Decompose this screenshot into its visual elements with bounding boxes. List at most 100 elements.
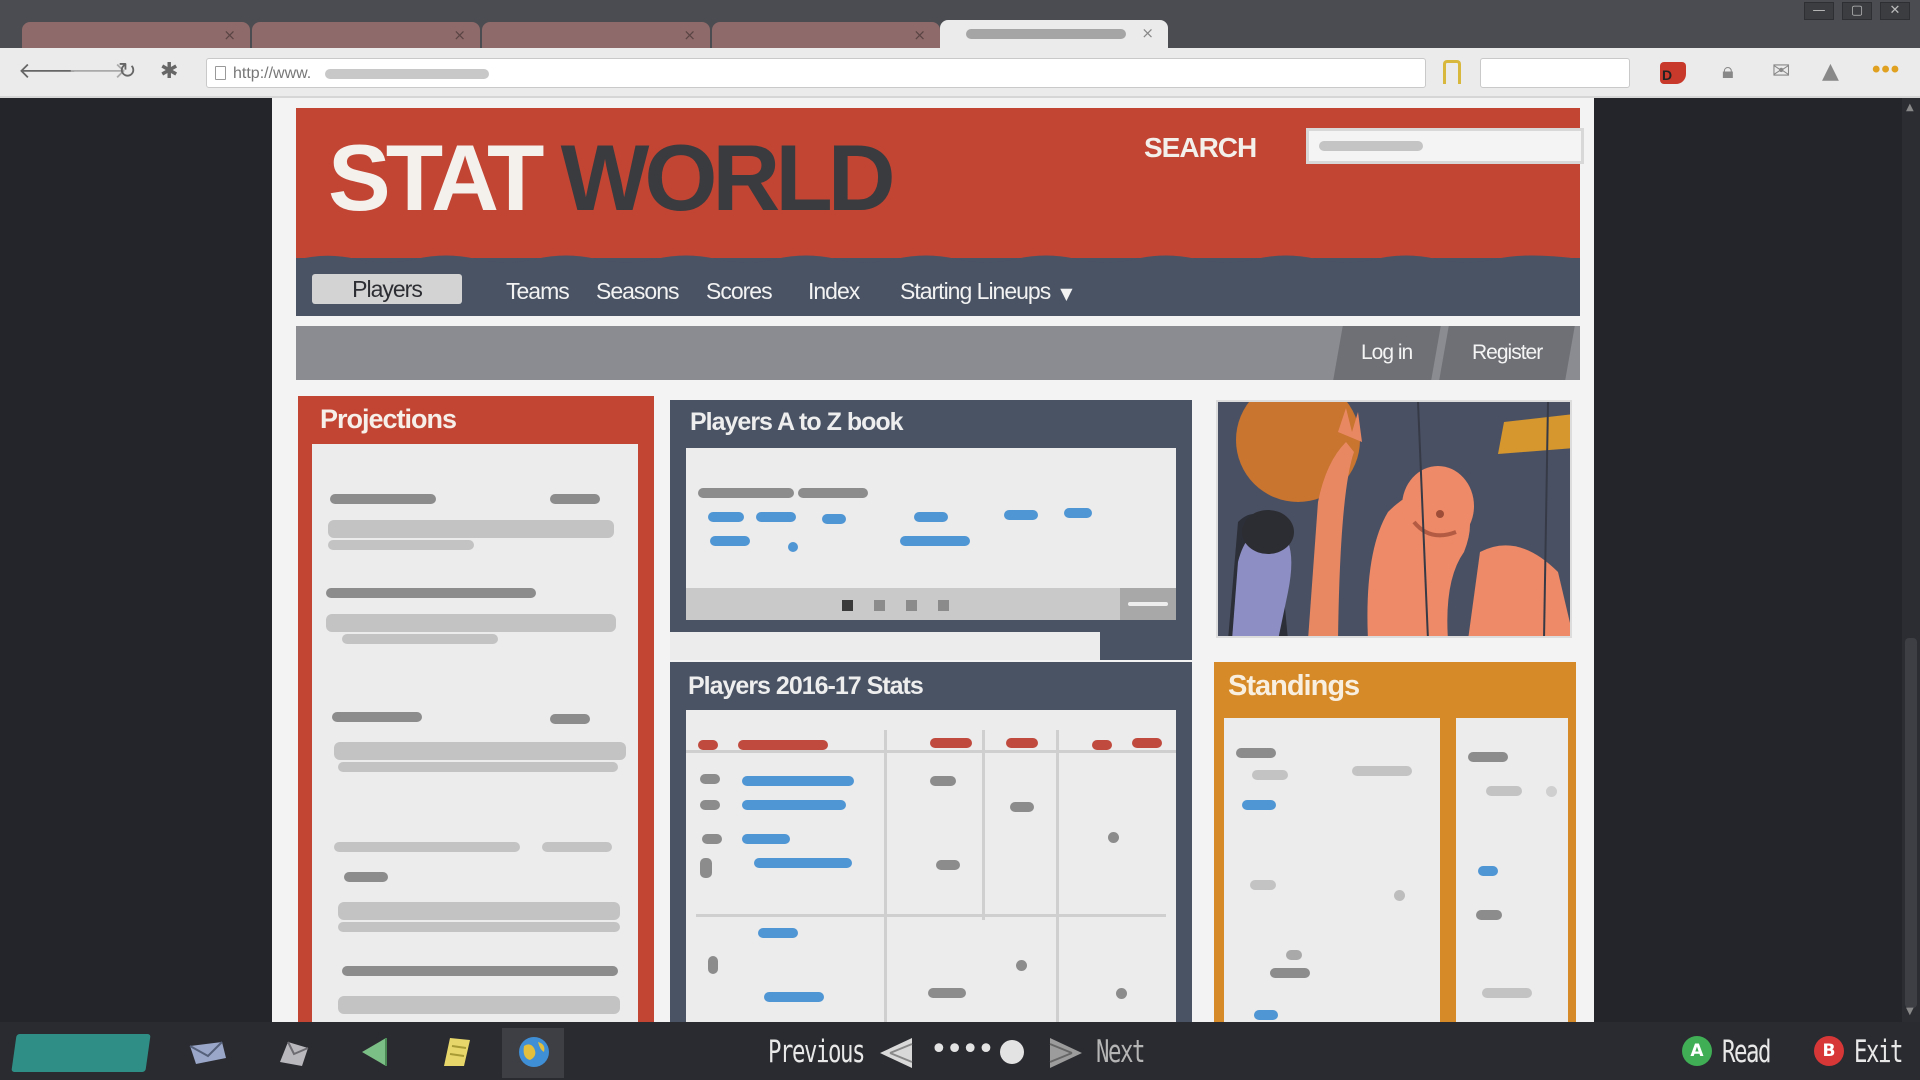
table-row[interactable] [700,800,720,810]
table-row[interactable] [1010,802,1034,812]
table-row[interactable] [936,860,960,870]
blurred-link[interactable] [756,512,796,522]
table-row[interactable] [764,992,824,1002]
next-arrow-icon[interactable] [1046,1036,1084,1070]
browser-tab[interactable]: × [712,22,940,48]
read-button[interactable]: Read [1722,1034,1771,1070]
extension-red-icon[interactable]: D [1660,62,1686,84]
scrollbar[interactable]: ▲ ▼ [1902,98,1920,1022]
standings-row[interactable] [1270,968,1310,978]
standings-title[interactable]: Standings [1228,670,1360,703]
browser-tab[interactable]: × [482,22,710,48]
az-book-title[interactable]: Players A to Z book [690,408,904,437]
standings-row[interactable] [1250,880,1276,890]
lock-icon[interactable]: 🔒︎ [1722,59,1734,84]
maximize-button[interactable]: ▢ [1842,2,1872,20]
standings-row[interactable] [1252,770,1288,780]
nav-starting-lineups[interactable]: Starting Lineups ▼ [900,278,1073,305]
standings-row[interactable] [1476,910,1502,920]
standings-row[interactable] [1242,800,1276,810]
exit-button[interactable]: Exit [1854,1034,1903,1070]
nav-players[interactable]: Players [312,274,462,304]
mail-icon[interactable] [188,1036,228,1068]
scroll-down-icon[interactable]: ▼ [1906,1006,1914,1017]
bookmark-icon[interactable] [1443,60,1461,84]
nav-index[interactable]: Index [808,278,860,305]
standings-row[interactable] [1478,866,1498,876]
table-row[interactable] [700,774,720,784]
browser-search-box[interactable] [1480,58,1630,88]
standings-row[interactable] [1254,1010,1278,1020]
blurred-link[interactable] [822,514,846,524]
table-row[interactable] [700,858,712,878]
b-button-icon[interactable]: B [1814,1036,1844,1066]
table-row[interactable] [742,776,854,786]
nav-teams[interactable]: Teams [506,278,570,305]
table-row[interactable] [708,956,718,974]
stats-title[interactable]: Players 2016-17 Stats [688,672,924,701]
site-search-input[interactable] [1306,128,1584,164]
settings-gear-icon[interactable]: ✱ [160,60,178,84]
standings-row[interactable] [1482,988,1532,998]
scrollbar-thumb[interactable] [1905,638,1917,1008]
pieces-icon[interactable] [274,1036,314,1068]
paper-plane-icon[interactable] [356,1036,396,1068]
browser-tab[interactable]: × [22,22,250,48]
standings-row[interactable] [1486,786,1522,796]
table-row[interactable] [1016,960,1027,971]
page-dot-active[interactable] [842,600,853,611]
url-bar[interactable]: http://www. [206,58,1426,88]
standings-row[interactable] [1546,786,1557,797]
minimize-button[interactable]: — [1804,2,1834,20]
blurred-link[interactable] [914,512,948,522]
blurred-link[interactable] [900,536,970,546]
blurred-link[interactable] [788,542,798,552]
chat-icon[interactable]: ✉ [1772,59,1790,84]
table-row[interactable] [930,776,956,786]
notepad-icon[interactable] [436,1036,476,1068]
next-button[interactable]: Next [1096,1034,1145,1070]
table-row[interactable] [742,800,846,810]
table-row[interactable] [1108,832,1119,843]
browser-tab[interactable]: × [252,22,480,48]
tab-close-icon[interactable]: × [223,26,236,44]
browser-globe-icon[interactable] [514,1036,554,1068]
table-row[interactable] [702,834,722,844]
close-window-button[interactable]: ✕ [1880,2,1910,20]
standings-row[interactable] [1352,766,1412,776]
scroll-up-icon[interactable]: ▲ [1906,102,1914,113]
a-button-icon[interactable]: A [1682,1036,1712,1066]
previous-button[interactable]: Previous [768,1034,865,1070]
tab-close-icon[interactable]: × [1141,24,1154,42]
reload-icon[interactable]: ↻ [118,60,136,84]
login-button[interactable]: Log in [1333,326,1441,380]
standings-row[interactable] [1286,950,1302,960]
standings-row[interactable] [1236,748,1276,758]
page-dot[interactable] [874,600,885,611]
register-button[interactable]: Register [1439,326,1575,380]
table-row[interactable] [928,988,966,998]
projections-title[interactable]: Projections [320,404,457,435]
nav-scores[interactable]: Scores [706,278,773,305]
blurred-link[interactable] [708,512,744,522]
blurred-link[interactable] [710,536,750,546]
table-row[interactable] [754,858,852,868]
browser-tab-active[interactable]: × [940,20,1168,48]
table-row[interactable] [742,834,790,844]
alert-icon[interactable]: ▲ [1822,59,1839,84]
blurred-link[interactable] [1004,510,1038,520]
tab-close-icon[interactable]: × [913,26,926,44]
tab-close-icon[interactable]: × [453,26,466,44]
table-row[interactable] [758,928,798,938]
az-book-card[interactable] [686,448,1176,588]
basketball-hero-image[interactable] [1216,400,1572,638]
blurred-link[interactable] [1064,508,1092,518]
standings-row[interactable] [1468,752,1508,762]
pager-next-button[interactable] [1120,588,1176,620]
page-dot[interactable] [938,600,949,611]
table-row[interactable] [1116,988,1127,999]
nav-seasons[interactable]: Seasons [596,278,680,305]
previous-arrow-icon[interactable] [878,1036,916,1070]
page-dot[interactable] [906,600,917,611]
standings-row[interactable] [1394,890,1405,901]
